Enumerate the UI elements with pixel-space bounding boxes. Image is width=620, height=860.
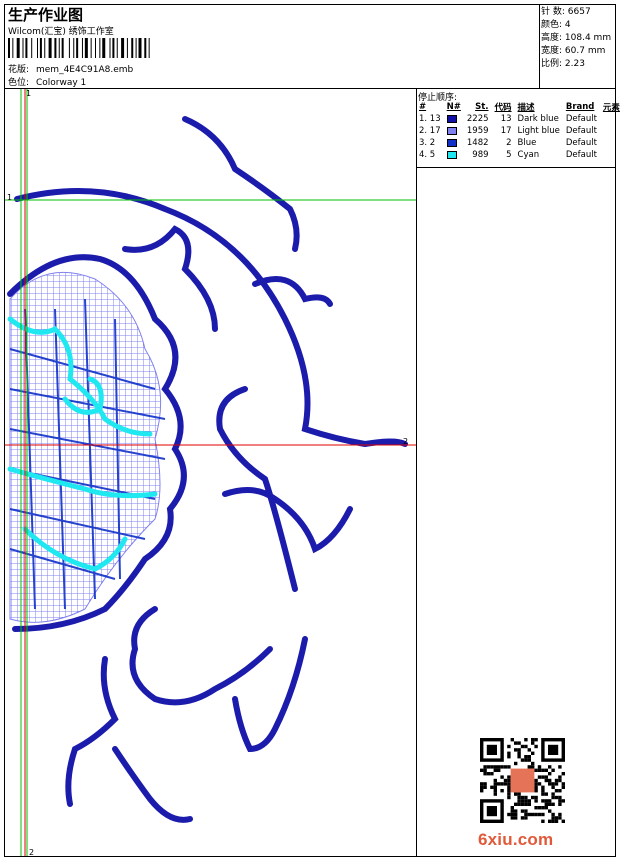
col-stitches: St. <box>475 102 489 112</box>
table-divider <box>416 167 616 168</box>
cell-desc: Cyan <box>517 150 540 160</box>
cell-swatch <box>444 113 464 125</box>
cell-stitches: 1959 <box>466 126 489 136</box>
qr-code <box>480 738 565 823</box>
cell-desc: Blue <box>517 138 537 148</box>
cell-element <box>600 149 620 161</box>
cell-index: 2. 17 <box>419 126 441 136</box>
color-sequence-table: # N# St. 代码 描述 Brand 元素 1. 13 2225 13 Dark … <box>416 101 620 161</box>
design-canvas <box>5 89 416 856</box>
guide-label-right: 2 <box>403 437 409 446</box>
guide-label-bottom: 2 <box>29 848 35 857</box>
cell-brand: Default <box>565 114 597 124</box>
cell-stitches: 989 <box>472 150 489 160</box>
table-row: 3. 2 1482 2 Blue Default <box>416 137 620 149</box>
stats-divider <box>539 4 540 88</box>
cell-code: 17 <box>500 126 512 136</box>
cell-stitches: 1482 <box>466 138 489 148</box>
stat-colors: 颜色: 4 <box>541 20 571 30</box>
cell-stitches: 2225 <box>466 114 489 124</box>
color-swatch <box>446 126 457 135</box>
stat-scale: 比例: 2.23 <box>541 59 585 69</box>
canvas-divider <box>416 88 417 857</box>
design-info: 花版: mem_4E4C91A8.emb <box>8 62 133 75</box>
colorway-info: 色位: Colorway 1 <box>8 75 86 88</box>
col-element: 元素 <box>602 103 620 113</box>
colorway-label: 色位: <box>8 78 30 88</box>
col-desc: 描述 <box>517 103 535 113</box>
stat-height: 高度: 108.4 mm <box>541 33 612 43</box>
cell-brand: Default <box>565 138 597 148</box>
cell-index: 1. 13 <box>419 114 441 124</box>
color-swatch <box>446 138 457 147</box>
cell-element <box>600 137 620 149</box>
table-row: 1. 13 2225 13 Dark blue Default <box>416 113 620 125</box>
cell-code: 5 <box>506 150 512 160</box>
stat-stitches: 针 数: 6657 <box>541 7 591 17</box>
cell-code: 13 <box>500 114 512 124</box>
color-swatch <box>446 114 457 123</box>
table-row: 4. 5 989 5 Cyan Default <box>416 149 620 161</box>
cell-brand: Default <box>565 126 597 136</box>
col-index: # <box>419 102 427 112</box>
table-header-row: # N# St. 代码 描述 Brand 元素 <box>416 101 620 113</box>
guide-label-top: 1 <box>26 89 32 98</box>
col-needle: N# <box>446 102 461 112</box>
design-value: mem_4E4C91A8.emb <box>36 65 134 75</box>
cell-index: 4. 5 <box>419 150 436 160</box>
cell-element <box>600 113 620 125</box>
col-code: 代码 <box>494 103 512 113</box>
cell-code: 2 <box>506 138 512 148</box>
cell-swatch <box>444 137 464 149</box>
color-swatch <box>446 150 457 159</box>
col-brand: Brand <box>565 102 595 112</box>
barcode <box>8 38 150 58</box>
cell-swatch <box>444 149 464 161</box>
cell-desc: Dark blue <box>517 114 559 124</box>
cell-index: 3. 2 <box>419 138 436 148</box>
cell-desc: Light blue <box>517 126 560 136</box>
stats-panel: 针 数: 6657 颜色: 4 高度: 108.4 mm 宽度: 60.7 mm… <box>541 6 611 71</box>
table-row: 2. 17 1959 17 Light blue Default <box>416 125 620 137</box>
cell-element <box>600 125 620 137</box>
colorway-value: Colorway 1 <box>36 78 87 88</box>
watermark-logo: 6xiu.com <box>478 830 554 849</box>
cell-swatch <box>444 125 464 137</box>
guide-label-left: 1 <box>7 193 13 202</box>
page-title: 生产作业图 <box>8 6 84 24</box>
page-subtitle: Wilcom(汇宝) 绣饰工作室 <box>8 27 114 37</box>
stat-width: 宽度: 60.7 mm <box>541 46 606 56</box>
design-label: 花版: <box>8 65 30 75</box>
cell-brand: Default <box>565 150 597 160</box>
